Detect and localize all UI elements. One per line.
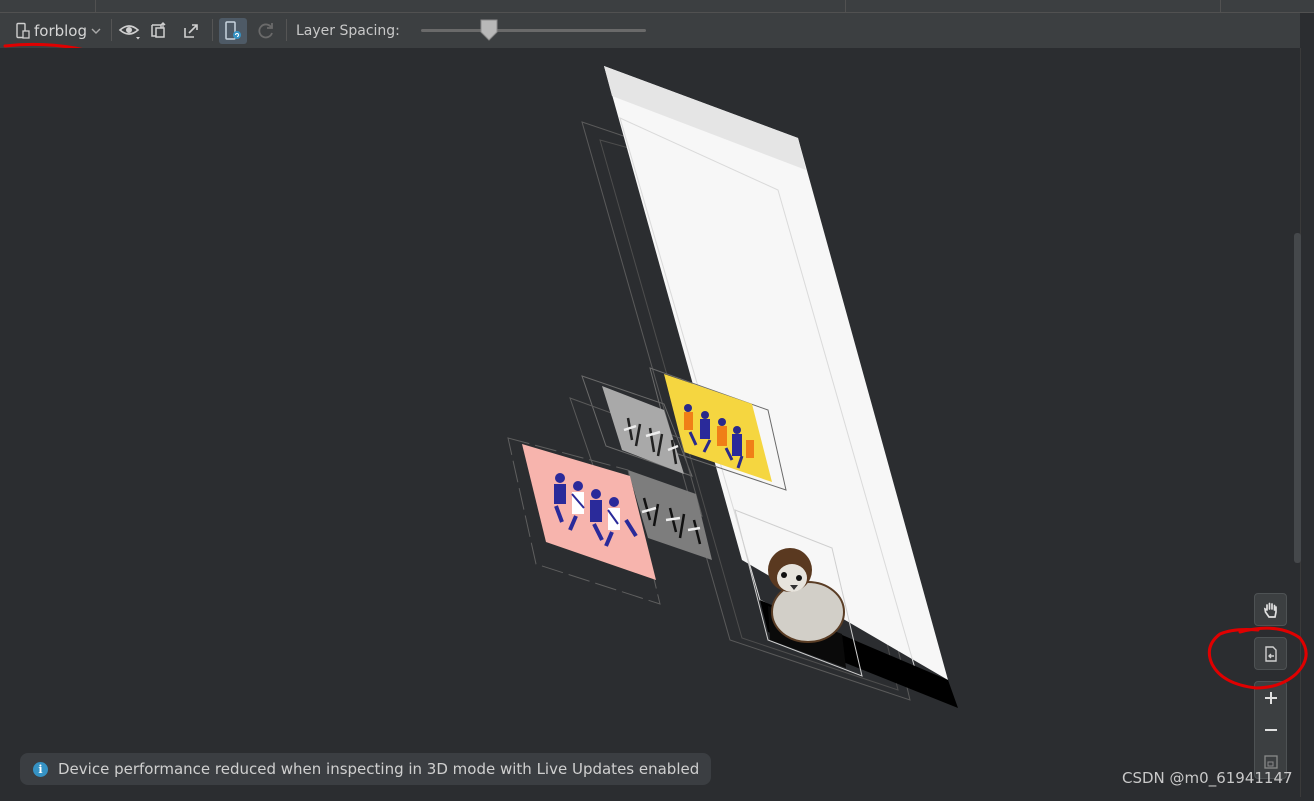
layer-spacing-slider[interactable] [421,29,646,32]
layout-inspector-toolbar: forblog Layer Spacing: [0,13,1300,49]
export-layout-button[interactable] [148,18,170,44]
live-updates-icon [225,21,241,40]
layer-spacing-slider-thumb[interactable] [480,19,498,41]
annotation-circle [1207,626,1308,690]
info-icon: i [33,761,48,777]
pink-image [522,444,656,580]
editor-tab-strip [0,0,1314,13]
fit-screen-icon [1263,755,1278,769]
watermark: CSDN @m0_61941147 [1122,769,1293,787]
notice-text: Device performance reduced when inspecti… [58,760,700,778]
live-updates-toggle[interactable] [219,18,247,44]
layer-spacing-label: Layer Spacing: [296,23,400,39]
chevron-down-icon [91,28,101,34]
zoom-controls [1254,681,1287,779]
exploded-layer-view[interactable] [0,48,1300,797]
zoom-out-button[interactable] [1255,714,1286,746]
refresh-button[interactable] [255,18,277,44]
pan-hand-icon [1263,602,1277,618]
refresh-icon [258,23,273,39]
3d-layout-canvas[interactable] [0,48,1300,797]
share-button[interactable] [180,18,202,44]
export-layout-icon [151,22,166,38]
zoom-out-icon [1264,729,1277,731]
share-icon [184,24,198,38]
performance-notice: i Device performance reduced when inspec… [20,753,712,785]
scrollbar-thumb[interactable] [1294,233,1301,563]
